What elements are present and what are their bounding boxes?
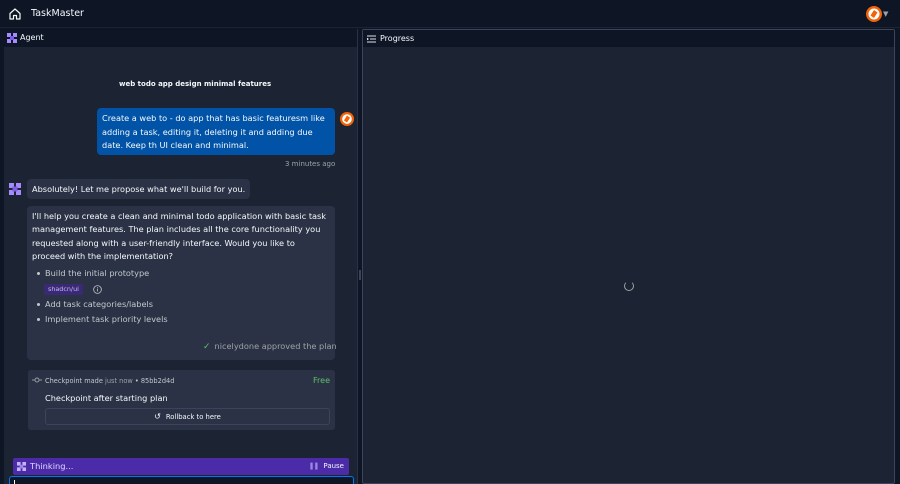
top-bar: TaskMaster ▼ [0, 0, 900, 28]
agent-icon [7, 33, 17, 43]
chat-input[interactable] [9, 476, 354, 484]
pause-label: Pause [323, 462, 344, 470]
plan-item: Implement task priority levels [37, 314, 168, 324]
thinking-status-bar: Thinking... ❚❚ Pause [13, 458, 349, 475]
plan-item: Build the initial prototype [37, 268, 149, 278]
plan-card: I'll help you create a clean and minimal… [27, 206, 337, 360]
avatar-icon[interactable] [866, 6, 882, 22]
checkpoint-meta: Checkpoint made just now • 85bb2d4d [45, 377, 174, 385]
checkmark-icon: ✓ [203, 342, 211, 352]
progress-pane: Progress [362, 29, 895, 484]
info-icon[interactable] [93, 285, 102, 294]
checkpoint-price: Free [313, 376, 330, 385]
rollback-label: Rollback to here [165, 412, 221, 421]
plan-item-label: Add task categories/labels [45, 299, 154, 309]
plan-approval-status: ✓ nicelydone approved the plan [203, 341, 337, 352]
agent-icon [17, 462, 26, 471]
progress-pane-header: Progress [363, 30, 894, 47]
agent-intro-message: Absolutely! Let me propose what we'll bu… [27, 179, 251, 199]
plan-item: Add task categories/labels [37, 299, 153, 309]
checkpoint-description: Checkpoint after starting plan [45, 393, 168, 403]
pause-icon: ❚❚ [308, 462, 320, 470]
pause-button[interactable]: ❚❚ Pause [309, 462, 344, 470]
plan-item-label: Implement task priority levels [45, 314, 168, 324]
commit-icon [32, 377, 42, 383]
bullet-icon [37, 318, 40, 321]
text-cursor [14, 480, 15, 484]
pane-resize-handle[interactable] [359, 270, 361, 280]
progress-icon [367, 35, 376, 43]
loading-spinner-icon [624, 281, 634, 291]
user-message: Create a web to - do app that has basic … [97, 108, 335, 155]
progress-pane-title: Progress [380, 34, 415, 43]
chevron-down-icon[interactable]: ▼ [883, 10, 888, 18]
rollback-icon: ↺ [154, 412, 161, 421]
agent-pane-title: Agent [20, 33, 44, 42]
user-avatar-icon [340, 112, 354, 126]
plan-description: I'll help you create a clean and minimal… [32, 211, 327, 261]
app-title: TaskMaster [31, 8, 84, 19]
checkpoint-card: Checkpoint made just now • 85bb2d4d Free… [28, 370, 335, 430]
message-timestamp: 3 minutes ago [285, 160, 336, 168]
tech-tag[interactable]: shadcn/ui [44, 284, 83, 295]
chat-title: web todo app design minimal features [119, 80, 272, 88]
bullet-icon [37, 303, 40, 306]
bullet-icon [37, 272, 40, 275]
rollback-button[interactable]: ↺ Rollback to here [45, 408, 330, 425]
checkpoint-separator: • [134, 377, 139, 385]
agent-avatar-icon [9, 183, 21, 195]
thinking-label: Thinking... [30, 461, 74, 471]
agent-pane-header: Agent [4, 29, 357, 47]
approval-text: nicelydone approved the plan [214, 341, 337, 351]
plan-item-label: Build the initial prototype [45, 268, 150, 278]
home-icon[interactable] [8, 7, 22, 21]
checkpoint-commit[interactable]: 85bb2d4d [141, 377, 175, 385]
checkpoint-made-label: Checkpoint made [45, 377, 103, 385]
checkpoint-time: just now [105, 377, 133, 385]
